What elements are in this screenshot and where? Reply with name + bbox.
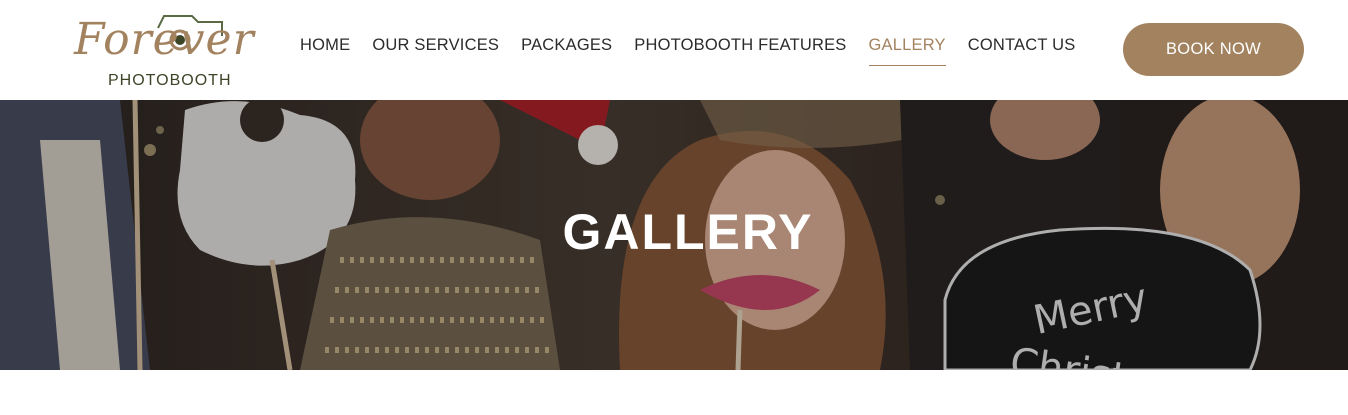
book-now-button[interactable]: BOOK NOW [1123,23,1304,76]
nav-home[interactable]: HOME [300,36,350,65]
nav-photobooth-features[interactable]: PHOTOBOOTH FEATURES [634,36,846,65]
nav-our-services[interactable]: OUR SERVICES [372,36,499,65]
nav-gallery[interactable]: GALLERY [868,36,946,66]
nav-packages[interactable]: PACKAGES [521,36,612,65]
logo-script-text: Forever [74,14,255,65]
logo-link[interactable]: Forever PHOTOBOOTH [72,8,254,94]
site-header: Forever PHOTOBOOTH HOME OUR SERVICES PAC… [0,0,1348,100]
nav-contact-us[interactable]: CONTACT US [968,36,1076,65]
hero-banner: Merry Christmas GALLERY [0,100,1348,370]
logo-subtitle: PHOTOBOOTH [108,72,232,89]
main-nav: HOME OUR SERVICES PACKAGES PHOTOBOOTH FE… [300,36,1097,66]
page-title: GALLERY [562,204,814,260]
